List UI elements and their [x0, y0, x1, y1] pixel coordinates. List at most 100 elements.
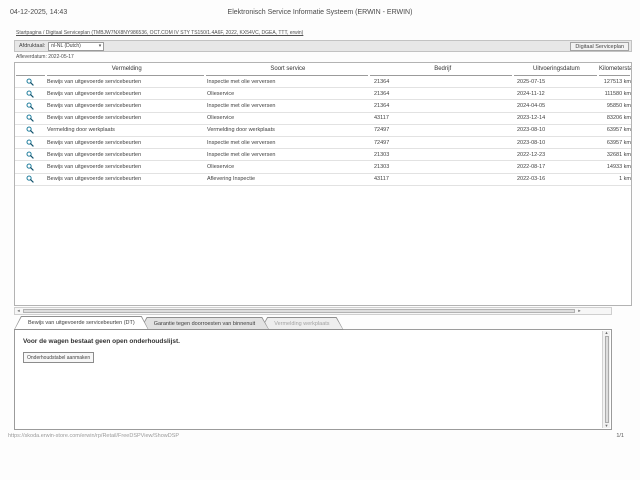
cell-uitvoeringsdatum: 2023-08-10: [515, 125, 600, 136]
cell-bedrijf: 21303: [370, 161, 515, 172]
cell-kilometerstand: 14933 km: [600, 161, 631, 172]
cell-soort-service: Olieservice: [205, 113, 370, 124]
col-header-uitvoeringsdatum: Uitvoeringsdatum: [514, 63, 597, 76]
magnifier-icon: [26, 175, 34, 183]
toolbar: Afdruktaal: nl-NL (Dutch) ▾ Digitaal Ser…: [14, 40, 632, 52]
col-header-soort-service: Soort service: [206, 63, 368, 76]
cell-bedrijf: 72497: [370, 137, 515, 148]
delivery-date: Afleverdatum: 2022-05-17: [16, 54, 74, 60]
row-detail-button[interactable]: [15, 149, 45, 160]
maintenance-panel: Voor de wagen bestaat geen open onderhou…: [14, 329, 612, 430]
cell-soort-service: Olieservice: [205, 161, 370, 172]
magnifier-icon: [26, 163, 34, 171]
horizontal-scrollbar[interactable]: ◄ ►: [14, 307, 612, 315]
create-maintenance-table-button[interactable]: Onderhoudstabel aanmaken: [23, 352, 94, 363]
row-detail-button[interactable]: [15, 100, 45, 111]
tab-label: Garantie tegen doorroesten van binnenuit: [154, 321, 256, 327]
table-row: Bewijs van uitgevoerde servicebeurtenOli…: [15, 113, 631, 125]
cell-bedrijf: 43117: [370, 113, 515, 124]
cell-uitvoeringsdatum: 2023-12-14: [515, 113, 600, 124]
col-header-kilometerstand: Kilometerstand: [599, 63, 630, 76]
cell-kilometerstand: 32681 km: [600, 149, 631, 160]
print-language-label: Afdruktaal:: [19, 43, 45, 49]
magnifier-icon: [26, 114, 34, 122]
cell-soort-service: Olieservice: [205, 88, 370, 99]
cell-uitvoeringsdatum: 2022-12-23: [515, 149, 600, 160]
table-row: Bewijs van uitgevoerde servicebeurtenIns…: [15, 137, 631, 149]
cell-kilometerstand: 63957 km: [600, 137, 631, 148]
cell-soort-service: Inspectie met olie verversen: [205, 76, 370, 87]
row-detail-button[interactable]: [15, 161, 45, 172]
magnifier-icon: [26, 90, 34, 98]
col-header-icon: [16, 63, 45, 76]
cell-bedrijf: 21364: [370, 76, 515, 87]
row-detail-button[interactable]: [15, 88, 45, 99]
magnifier-icon: [26, 151, 34, 159]
table-row: Bewijs van uitgevoerde servicebeurtenAfl…: [15, 174, 631, 186]
cell-vermelding: Bewijs van uitgevoerde servicebeurten: [45, 174, 205, 185]
delivery-date-label: Afleverdatum:: [16, 54, 47, 60]
vertical-scrollbar[interactable]: ▲ ▼: [602, 331, 610, 428]
service-table-body: Bewijs van uitgevoerde servicebeurtenIns…: [15, 76, 631, 186]
cell-uitvoeringsdatum: 2023-08-10: [515, 137, 600, 148]
col-header-bedrijf: Bedrijf: [370, 63, 512, 76]
cell-uitvoeringsdatum: 2022-08-17: [515, 161, 600, 172]
cell-uitvoeringsdatum: 2022-03-16: [515, 174, 600, 185]
digitaal-serviceplan-button[interactable]: Digitaal Serviceplan: [570, 42, 629, 51]
cell-vermelding: Bewijs van uitgevoerde servicebeurten: [45, 161, 205, 172]
row-detail-button[interactable]: [15, 125, 45, 136]
row-detail-button[interactable]: [15, 113, 45, 124]
cell-vermelding: Vermelding door werkplaats: [45, 125, 205, 136]
scroll-down-icon[interactable]: ▼: [603, 424, 610, 428]
cell-vermelding: Bewijs van uitgevoerde servicebeurten: [45, 149, 205, 160]
cell-vermelding: Bewijs van uitgevoerde servicebeurten: [45, 76, 205, 87]
cell-vermelding: Bewijs van uitgevoerde servicebeurten: [45, 88, 205, 99]
cell-soort-service: Inspectie met olie verversen: [205, 149, 370, 160]
cell-uitvoeringsdatum: 2024-04-05: [515, 100, 600, 111]
tab-label: Vermelding werkplaats: [274, 321, 329, 327]
cell-kilometerstand: 95850 km: [600, 100, 631, 111]
table-row: Bewijs van uitgevoerde servicebeurtenOli…: [15, 161, 631, 173]
vertical-scrollbar-thumb[interactable]: [605, 336, 609, 423]
print-footer: https://skoda.erwin-store.com/erwin/rp/R…: [0, 433, 640, 443]
tab-3[interactable]: Vermelding werkplaats: [260, 317, 343, 330]
scroll-left-icon[interactable]: ◄: [15, 309, 22, 313]
cell-vermelding: Bewijs van uitgevoerde servicebeurten: [45, 113, 205, 124]
chevron-down-icon: ▾: [99, 44, 102, 49]
printed-page: 04-12-2025, 14:43 Elektronisch Service I…: [0, 0, 640, 480]
scroll-right-icon[interactable]: ►: [576, 309, 583, 313]
row-detail-button[interactable]: [15, 174, 45, 185]
table-row: Bewijs van uitgevoerde servicebeurtenOli…: [15, 88, 631, 100]
table-row: Bewijs van uitgevoerde servicebeurtenIns…: [15, 76, 631, 88]
cell-bedrijf: 21364: [370, 100, 515, 111]
cell-kilometerstand: 63957 km: [600, 125, 631, 136]
magnifier-icon: [26, 78, 34, 86]
delivery-date-value: 2022-05-17: [48, 54, 74, 60]
print-header: 04-12-2025, 14:43 Elektronisch Service I…: [0, 9, 640, 21]
row-detail-button[interactable]: [15, 76, 45, 87]
horizontal-scrollbar-thumb[interactable]: [23, 309, 575, 313]
page-title: Elektronisch Service Informatie Systeem …: [0, 9, 640, 16]
tab-2[interactable]: Garantie tegen doorroesten van binnenuit: [140, 317, 270, 330]
cell-vermelding: Bewijs van uitgevoerde servicebeurten: [45, 100, 205, 111]
cell-soort-service: Inspectie met olie verversen: [205, 100, 370, 111]
footer-url: https://skoda.erwin-store.com/erwin/rp/R…: [8, 433, 179, 439]
magnifier-icon: [26, 139, 34, 147]
cell-uitvoeringsdatum: 2025-07-15: [515, 76, 600, 87]
table-row: Bewijs van uitgevoerde servicebeurtenIns…: [15, 149, 631, 161]
cell-soort-service: Aflevering Inspectie: [205, 174, 370, 185]
print-language-select[interactable]: nl-NL (Dutch) ▾: [48, 42, 104, 51]
col-header-vermelding: Vermelding: [47, 63, 204, 76]
cell-bedrijf: 43117: [370, 174, 515, 185]
cell-bedrijf: 21364: [370, 88, 515, 99]
magnifier-icon: [26, 126, 34, 134]
cell-vermelding: Bewijs van uitgevoerde servicebeurten: [45, 137, 205, 148]
row-detail-button[interactable]: [15, 137, 45, 148]
table-header-row: Vermelding Soort service Bedrijf Uitvoer…: [15, 63, 631, 76]
tab-1[interactable]: Bewijs van uitgevoerde servicebeurten (D…: [14, 316, 149, 330]
breadcrumb[interactable]: Startpagina / Digitaal Serviceplan (TMBJ…: [16, 30, 303, 36]
cell-kilometerstand: 127513 km: [600, 76, 631, 87]
scroll-up-icon[interactable]: ▲: [603, 331, 610, 335]
cell-kilometerstand: 111580 km: [600, 88, 631, 99]
tab-strip: Bewijs van uitgevoerde servicebeurten (D…: [14, 316, 335, 330]
